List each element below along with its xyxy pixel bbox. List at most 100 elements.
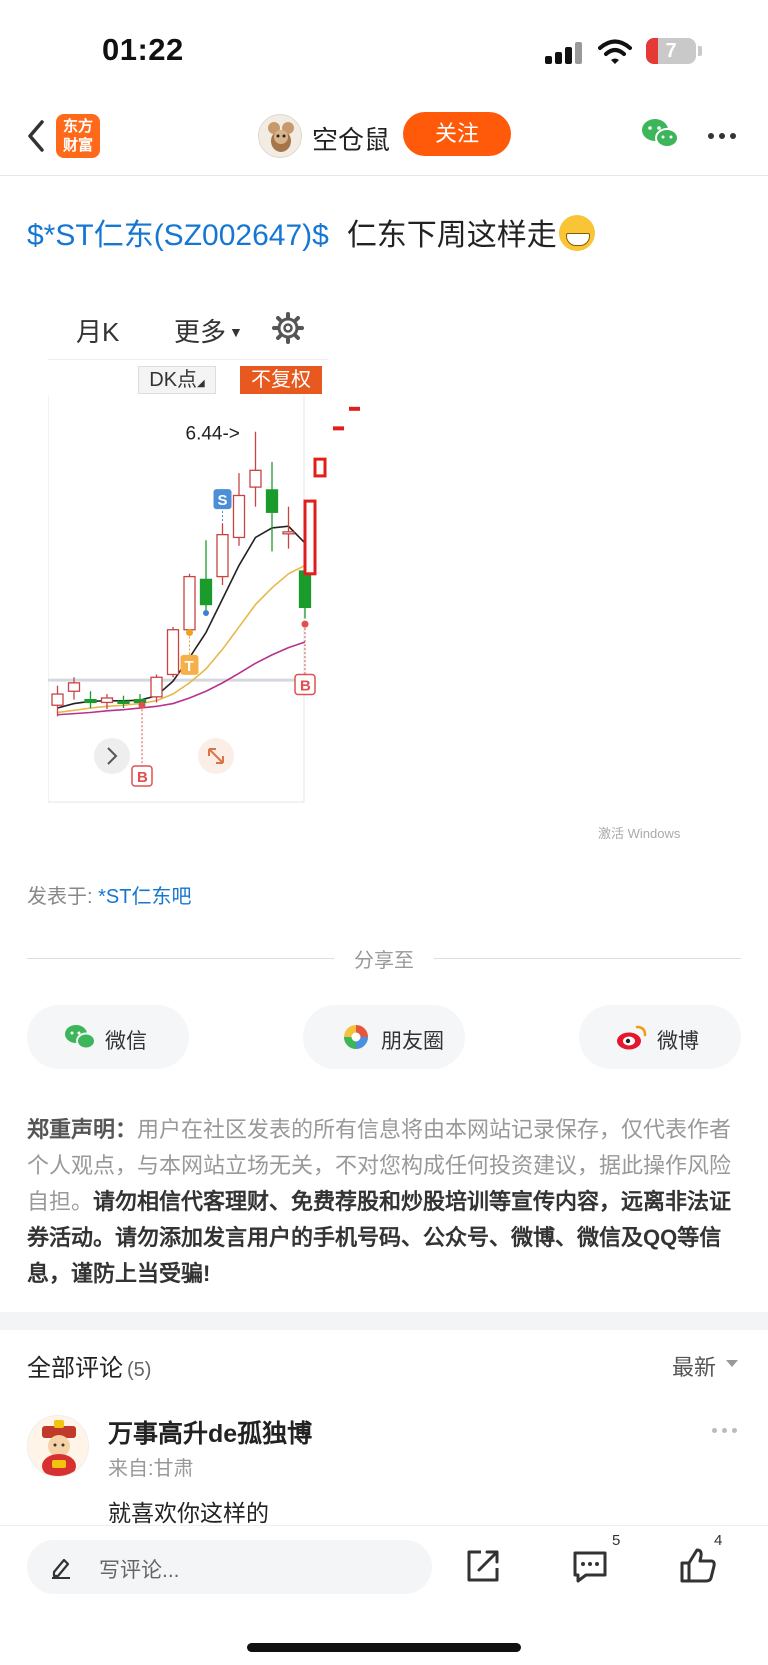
app-logo[interactable]: 东方 财富 [56,114,100,158]
logo-line1: 东方 [62,118,93,135]
comments-title-label: 全部评论 [27,1355,123,1382]
bottom-bar: 写评论... 5 4 [0,1525,768,1665]
share-wechat-button[interactable]: 微信 [27,1005,189,1069]
follow-button[interactable]: 关注 [403,112,511,156]
buy-marker-left-label: B [137,769,148,786]
comments-sort[interactable]: 最新 [672,1350,716,1382]
section-separator [0,1312,768,1330]
comment-icon[interactable] [570,1546,610,1586]
more-options-icon[interactable] [708,133,738,141]
write-comment-placeholder: 写评论... [99,1559,180,1582]
candle-body [199,578,213,606]
chart-panel-frame [48,396,305,803]
share-weibo-button[interactable]: 微博 [579,1005,741,1069]
disclaimer-emphasis: 请勿相信代客理财、免费荐股和炒股培训等宣传内容，远离非法证券活动。请勿添加发言用… [27,1189,732,1286]
candle-body [183,575,196,631]
posted-in-label: 发表于: [27,886,93,908]
candle-body [298,570,312,609]
back-icon[interactable] [22,116,52,156]
share-wechat-label: 微信 [105,1030,147,1053]
candle-body [216,533,229,578]
author-name[interactable]: 空仓鼠 [312,120,390,157]
share-moments-button[interactable]: 朋友圈 [303,1005,465,1069]
wechat-icon [65,1025,96,1050]
comments-count: (5) [127,1359,152,1381]
post-title-text: 仁东下周这样走 [346,219,557,252]
wifi-icon [598,39,632,64]
high-price-label: 6.44-> [186,424,240,445]
candle-body [84,698,97,704]
stock-bar-link[interactable]: *ST仁东吧 [98,886,191,908]
status-bar: 01:22 7 [0,0,768,100]
ma-dot [203,609,209,616]
ma-line-2 [57,564,306,714]
grinning-emoji-icon [558,215,595,251]
t-marker-label: T [185,658,194,675]
candlestick-chart: 6.44-> S T B B [48,396,360,803]
candle-body [100,697,114,704]
stock-tag-link[interactable]: $*ST仁东(SZ002647)$ [27,219,329,252]
moments-icon [344,1025,368,1049]
dk-point-button: DK点◢ [138,366,216,394]
tab-more: 更多 ▼ [174,312,243,349]
comment-location: 来自:甘肃 [108,1458,194,1480]
scroll-left-button [94,738,130,774]
posted-in: 发表于: *ST仁东吧 [27,880,191,909]
mouse-avatar-icon [268,122,294,152]
dk-corner-icon: ◢ [197,378,205,389]
comments-title: 全部评论 (5) [27,1348,151,1383]
share-out-icon[interactable] [463,1546,503,1586]
disclaimer-head: 郑重声明： [27,1117,138,1142]
weibo-icon [617,1025,647,1050]
thumbs-up-icon[interactable] [678,1546,718,1586]
candle-body [133,698,147,704]
write-comment-input[interactable]: 写评论... [27,1540,432,1594]
tab-month-k: 月K [76,317,120,347]
t-marker-dot [186,629,193,637]
top-nav: 东方 财富 空仓鼠 关注 [0,100,768,176]
candle-body [282,531,295,535]
tab-more-label: 更多 [174,317,227,347]
candle-body [249,469,262,488]
gear-icon [272,312,304,344]
god-of-wealth-avatar-icon [42,1420,76,1476]
battery-level: 7 [665,40,677,62]
logo-line2: 财富 [62,137,93,154]
ma-line-3 [57,641,306,716]
wechat-share-icon[interactable] [640,116,680,152]
no-adjust-button: 不复权 [240,366,322,394]
chart-screenshot[interactable]: 月K 更多 ▼ DK点◢ 不复权 6.44-> S T B B 激活 Windows [48,296,680,841]
candle-body [51,693,64,706]
share-moments-label: 朋友圈 [381,1030,444,1053]
author-avatar[interactable] [258,114,302,158]
battery-cap [698,46,702,56]
comment-count-badge: 5 [612,1532,621,1549]
comment-avatar[interactable] [27,1415,89,1477]
share-label: 分享至 [354,950,414,972]
comment-text: 就喜欢你这样的 [108,1500,269,1526]
sell-marker-label: S [218,492,228,509]
pencil-icon [52,1558,70,1579]
candle-body [150,676,163,698]
share-weibo-label: 微博 [657,1030,699,1053]
caret-down-icon[interactable] [726,1360,738,1367]
comment-more-icon[interactable] [712,1428,740,1434]
like-count-badge: 4 [714,1532,723,1549]
candle-body [265,489,279,513]
chart-toolbar: 月K 更多 ▼ [48,296,328,360]
caret-down-icon: ▼ [229,324,243,340]
candle-body [232,494,246,539]
candle-body [117,700,130,704]
status-time: 01:22 [102,32,184,67]
battery-icon: 7 [646,38,696,64]
candle-body [166,629,180,676]
home-indicator [247,1643,521,1652]
post-title: $*ST仁东(SZ002647)$ 仁东下周这样走 [27,210,595,254]
candle-body [67,682,81,692]
dk-point-label: DK点 [149,369,198,391]
forecast-bar [313,457,327,478]
cellular-signal-icon [545,42,585,64]
forecast-bar [303,499,317,576]
buy-marker-right-label: B [300,677,311,694]
comment-username[interactable]: 万事高升de孤独博 [108,1414,312,1450]
